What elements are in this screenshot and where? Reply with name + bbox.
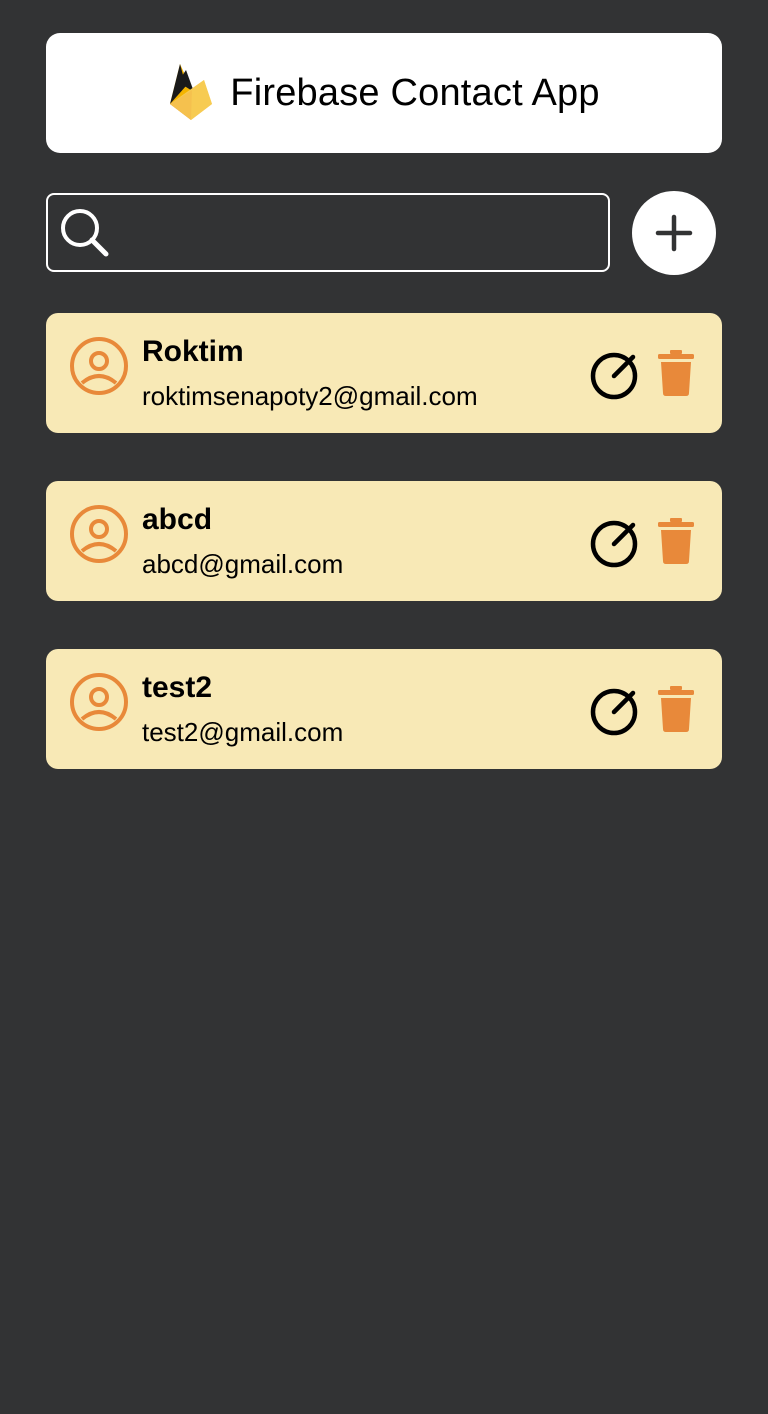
- trash-icon[interactable]: [656, 517, 696, 565]
- contact-list: Roktim roktimsenapoty2@gmail.com abcd ab…: [46, 313, 722, 817]
- contact-card: test2 test2@gmail.com: [46, 649, 722, 769]
- firebase-logo-icon: [170, 64, 213, 120]
- contact-email: test2@gmail.com: [142, 717, 344, 747]
- contact-email: abcd@gmail.com: [142, 549, 344, 579]
- app-title: Firebase Contact App: [230, 71, 600, 114]
- contact-name: abcd: [142, 503, 213, 536]
- app-page: Firebase Contact App Roktim roktimsenapo…: [0, 0, 768, 1414]
- user-avatar-icon: [70, 505, 128, 563]
- edit-icon[interactable]: [589, 347, 643, 401]
- edit-icon[interactable]: [589, 515, 643, 569]
- add-contact-button[interactable]: [632, 191, 716, 275]
- search-input[interactable]: [112, 195, 608, 270]
- edit-icon[interactable]: [589, 683, 643, 737]
- trash-icon[interactable]: [656, 349, 696, 397]
- contact-name: test2: [142, 671, 213, 704]
- contact-name: Roktim: [142, 335, 244, 368]
- plus-icon: [655, 214, 693, 252]
- contact-card: abcd abcd@gmail.com: [46, 481, 722, 601]
- app-header: Firebase Contact App: [46, 33, 722, 153]
- user-avatar-icon: [70, 673, 128, 731]
- trash-icon[interactable]: [656, 685, 696, 733]
- user-avatar-icon: [70, 337, 128, 395]
- contact-email: roktimsenapoty2@gmail.com: [142, 381, 478, 411]
- search-icon: [61, 208, 109, 256]
- search-bar: [46, 193, 610, 272]
- contact-card: Roktim roktimsenapoty2@gmail.com: [46, 313, 722, 433]
